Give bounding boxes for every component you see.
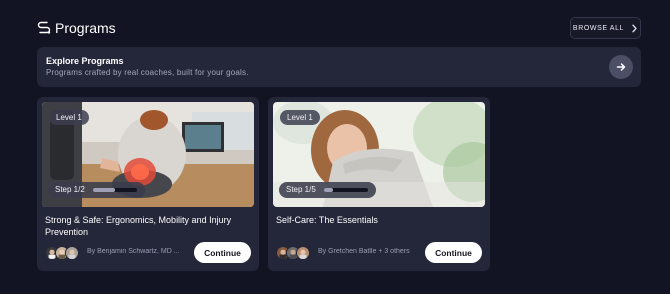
continue-button[interactable]: Continue	[425, 242, 482, 263]
continue-button[interactable]: Continue	[194, 242, 251, 263]
programs-icon	[37, 21, 51, 35]
coach-avatars	[45, 246, 81, 260]
explore-title: Explore Programs	[46, 56, 124, 66]
chevron-right-icon	[632, 24, 637, 32]
program-title[interactable]: Self-Care: The Essentials	[276, 214, 481, 226]
program-author: By Benjamin Schwartz, MD ...	[87, 248, 180, 255]
progress-fill	[324, 188, 333, 192]
program-card[interactable]: Level 1 Step 1/2 Strong & Safe: Ergonomi…	[37, 97, 259, 271]
explore-programs-banner[interactable]: Explore Programs Programs crafted by rea…	[37, 47, 641, 87]
program-title[interactable]: Strong & Safe: Ergonomics, Mobility and …	[45, 214, 250, 238]
browse-all-label: BROWSE ALL	[572, 24, 625, 32]
page-title: Programs	[55, 20, 116, 36]
step-label: Step 1/2	[55, 185, 85, 194]
program-image: Level 1 Step 1/5	[273, 102, 485, 207]
progress-track	[324, 188, 368, 192]
step-label: Step 1/5	[286, 185, 316, 194]
program-card[interactable]: Level 1 Step 1/5 Self-Care: The Essentia…	[268, 97, 490, 271]
explore-subtitle: Programs crafted by real coaches, built …	[46, 68, 249, 77]
progress-track	[93, 188, 137, 192]
step-progress: Step 1/2	[48, 182, 145, 198]
programs-header: Programs BROWSE ALL	[37, 17, 641, 39]
level-badge: Level 1	[280, 110, 320, 125]
coach-avatars	[276, 246, 312, 260]
program-image: Level 1 Step 1/2	[42, 102, 254, 207]
arrow-right-icon	[616, 63, 626, 71]
level-badge: Level 1	[49, 110, 89, 125]
explore-arrow-button[interactable]	[609, 55, 633, 79]
step-progress: Step 1/5	[279, 182, 376, 198]
avatar	[65, 246, 79, 260]
avatar	[296, 246, 310, 260]
progress-fill	[93, 188, 115, 192]
browse-all-button[interactable]: BROWSE ALL	[570, 17, 641, 39]
program-author: By Gretchen Batlle + 3 others	[318, 248, 410, 255]
